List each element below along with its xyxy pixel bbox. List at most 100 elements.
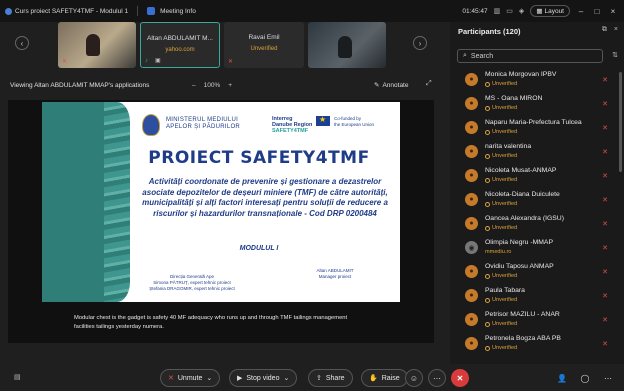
shared-content-area[interactable]: MINISTERUL MEDIULUI APELOR ȘI PĂDURILOR … bbox=[8, 100, 434, 343]
video-tile-1[interactable]: ✕ bbox=[58, 22, 136, 68]
captions-icon[interactable]: ▤ bbox=[14, 373, 21, 381]
meeting-timer: 01:45:47 bbox=[462, 7, 488, 15]
participant-row[interactable]: ● Nicoleta-Diana Duiculete Unverified ✕ bbox=[450, 188, 624, 212]
unmute-button[interactable]: ✕ Unmute ⌄ bbox=[160, 369, 221, 387]
chat-button[interactable]: ◯ bbox=[576, 369, 594, 387]
mic-muted-icon[interactable]: ✕ bbox=[602, 340, 608, 348]
meeting-window: Curs proiect SAFETY4TMF - Modulul 1 Meet… bbox=[0, 0, 624, 391]
mic-muted-icon[interactable]: ✕ bbox=[602, 76, 608, 84]
popout-icon[interactable]: ⧉ bbox=[602, 26, 607, 34]
mic-muted-icon: ✕ bbox=[168, 375, 174, 382]
avatar: ● bbox=[465, 289, 478, 302]
participant-row[interactable]: ● narita valentina Unverified ✕ bbox=[450, 140, 624, 164]
mic-muted-icon[interactable]: ✕ bbox=[602, 220, 608, 228]
unverified-icon bbox=[485, 201, 490, 207]
maximize-button[interactable]: □ bbox=[592, 7, 602, 16]
annotate-button[interactable]: ✎ Annotate bbox=[374, 76, 408, 94]
minimize-button[interactable]: – bbox=[576, 7, 586, 16]
mic-icon: ♪ bbox=[145, 58, 148, 64]
meeting-info-link[interactable]: Meeting Info bbox=[160, 8, 196, 15]
manager-role: Manager proiect bbox=[318, 274, 352, 279]
mic-muted-icon[interactable]: ✕ bbox=[602, 124, 608, 132]
participant-domain: mmediu.ro bbox=[485, 249, 511, 255]
more-panels-button[interactable]: ⋯ bbox=[599, 369, 617, 387]
app-logo-icon bbox=[5, 7, 12, 15]
participant-row[interactable]: ● Ovidiu Taposu ANMAP Unverified ✕ bbox=[450, 260, 624, 284]
close-icon: ✕ bbox=[456, 373, 464, 383]
share-button[interactable]: ⇪ Share bbox=[308, 369, 353, 387]
avatar: ● bbox=[465, 217, 478, 230]
participant-row[interactable]: ● MS - Oana MIRON Unverified ✕ bbox=[450, 92, 624, 116]
participant-name: Nicoleta-Diana Duiculete bbox=[485, 191, 560, 198]
mic-muted-icon[interactable]: ✕ bbox=[602, 100, 608, 108]
participant-row[interactable]: ● Nicoleta Musat-ANMAP Unverified ✕ bbox=[450, 164, 624, 188]
stop-video-button[interactable]: ▶ Stop video ⌄ bbox=[229, 369, 298, 387]
eu-cofunded-text: Co-funded by the European Union bbox=[334, 116, 374, 127]
close-panel-icon[interactable]: × bbox=[614, 26, 618, 34]
participant-row[interactable]: ● Petrisor MAZILU - ANAR Unverified ✕ bbox=[450, 308, 624, 332]
participant-status: Unverified bbox=[485, 153, 517, 159]
avatar: ● bbox=[465, 193, 478, 206]
stop-video-label: Stop video bbox=[246, 374, 280, 382]
participant-name: Olimpia Negru -MMAP bbox=[485, 239, 553, 246]
slide-manager: Altan ABDULAMIT Manager proiect bbox=[300, 268, 370, 280]
status-text: Unverified bbox=[492, 225, 518, 231]
participant-name: narita valentina bbox=[485, 143, 532, 150]
mic-muted-icon[interactable]: ✕ bbox=[602, 172, 608, 180]
mic-muted-icon[interactable]: ✕ bbox=[602, 148, 608, 156]
participants-scrollbar[interactable] bbox=[619, 72, 622, 172]
status-text: Unverified bbox=[492, 129, 518, 135]
participant-status: Unverified bbox=[485, 297, 517, 303]
mic-muted-icon[interactable]: ✕ bbox=[602, 316, 608, 324]
experts-line-3: Ștefania DRAGOMIR, expert tehnic proiect bbox=[149, 286, 235, 291]
message-icon[interactable]: ▭ bbox=[506, 7, 513, 15]
close-button[interactable]: × bbox=[608, 7, 618, 16]
mic-muted-icon[interactable]: ✕ bbox=[602, 268, 608, 276]
expand-icon[interactable]: ⤢ bbox=[426, 80, 432, 88]
zoom-in-button[interactable]: + bbox=[228, 82, 232, 89]
chevron-down-icon: ⌄ bbox=[283, 375, 290, 382]
chevron-left-icon[interactable]: ‹ bbox=[15, 36, 29, 50]
shield-icon bbox=[147, 7, 156, 15]
slide-title: PROIECT SAFETY4TMF bbox=[148, 148, 370, 168]
layout-button[interactable]: ▦ Layout bbox=[530, 5, 570, 17]
zoom-out-button[interactable]: – bbox=[192, 82, 196, 89]
chevron-right-icon[interactable]: › bbox=[413, 36, 427, 50]
avatar: ● bbox=[465, 121, 478, 134]
video-tile-3[interactable]: Ravai Emil Unverified ✕ bbox=[224, 22, 304, 68]
participant-row[interactable]: ● Paula Tabara Unverified ✕ bbox=[450, 284, 624, 308]
more-options-button[interactable]: ⋯ bbox=[428, 369, 446, 387]
participant-row[interactable]: ● Petronela Bogza ABA PB Unverified ✕ bbox=[450, 332, 624, 356]
participants-header: Participants (120) bbox=[458, 27, 521, 36]
status-text: Unverified bbox=[492, 177, 518, 183]
shield-check-icon[interactable]: ◈ bbox=[519, 7, 524, 15]
mic-muted-icon[interactable]: ✕ bbox=[602, 244, 608, 252]
unverified-icon bbox=[485, 225, 490, 231]
participants-button[interactable]: 👤 bbox=[553, 369, 571, 387]
reactions-button[interactable]: ☺ bbox=[405, 369, 423, 387]
participant-row[interactable]: ● Naparu Maria-Prefectura Tulcea Unverif… bbox=[450, 116, 624, 140]
participant-status: Unverified bbox=[485, 201, 517, 207]
avatar: ● bbox=[465, 97, 478, 110]
participant-row[interactable]: ● Oancea Alexandra (IGSU) Unverified ✕ bbox=[450, 212, 624, 236]
bar-chart-icon[interactable]: ▥ bbox=[494, 7, 501, 15]
coat-of-arms-icon bbox=[142, 114, 160, 136]
video-tile-4[interactable] bbox=[308, 22, 386, 68]
smile-icon: ☺ bbox=[409, 373, 419, 383]
sort-icon[interactable]: ⇅ bbox=[612, 51, 618, 59]
participant-status: Unverified bbox=[485, 81, 517, 87]
participant-row[interactable]: ◉ Olimpia Negru -MMAP mmediu.ro ✕ bbox=[450, 236, 624, 260]
participant-search-field[interactable]: ⌕ Search bbox=[457, 49, 603, 63]
participant-name: Petronela Bogza ABA PB bbox=[485, 335, 561, 342]
end-call-button[interactable]: ✕ bbox=[451, 369, 469, 387]
avatar: ● bbox=[465, 145, 478, 158]
raise-hand-button[interactable]: ✋ Raise bbox=[361, 369, 408, 387]
chevron-down-icon: ⌄ bbox=[206, 375, 213, 382]
mic-muted-icon[interactable]: ✕ bbox=[602, 196, 608, 204]
participant-row[interactable]: ● Monica Morgovan IPBV Unverified ✕ bbox=[450, 68, 624, 92]
unverified-icon bbox=[485, 81, 490, 87]
mic-muted-icon[interactable]: ✕ bbox=[602, 292, 608, 300]
eu-text-line-2: the European Union bbox=[334, 121, 375, 127]
window-title: Curs proiect SAFETY4TMF - Modulul 1 bbox=[15, 7, 129, 15]
video-tile-active-speaker[interactable]: Altan ABDULAMIT M... yahoo.com ♪ ▣ bbox=[140, 22, 220, 68]
